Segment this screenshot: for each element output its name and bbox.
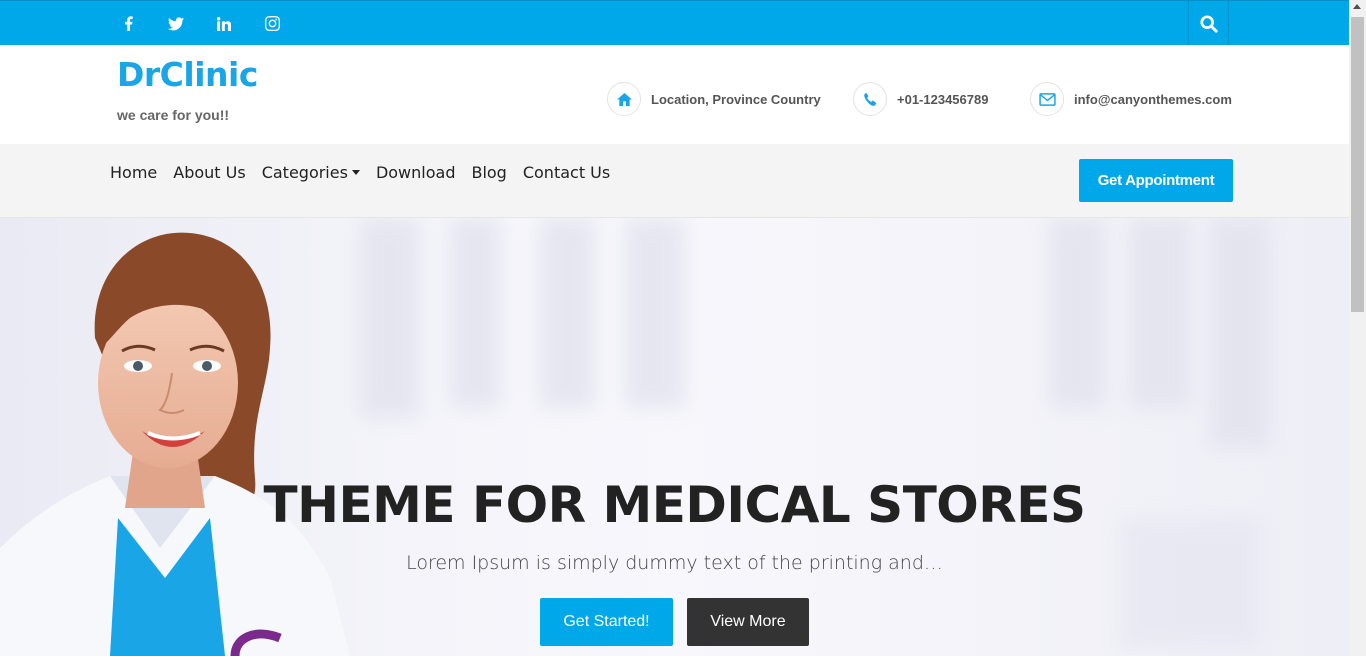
- nav-item-label: Categories: [261, 163, 348, 182]
- background-blur: [1130, 218, 1190, 408]
- search-button[interactable]: [1188, 1, 1229, 46]
- background-blur: [1050, 218, 1105, 408]
- top-bar: [0, 0, 1349, 46]
- background-blur: [450, 218, 500, 408]
- site-header: DrClinic we care for you!! Location, Pro…: [0, 45, 1349, 144]
- nav-item-blog[interactable]: Blog: [471, 163, 506, 182]
- site-logo[interactable]: DrClinic: [117, 55, 258, 94]
- home-icon: [607, 82, 641, 116]
- background-blur: [625, 218, 685, 408]
- linkedin-icon[interactable]: [214, 14, 234, 34]
- contact-location-text: Location, Province Country: [651, 91, 821, 107]
- view-more-button[interactable]: View More: [687, 598, 809, 646]
- nav-item-categories[interactable]: Categories: [262, 163, 360, 182]
- scroll-up-icon[interactable]: [1353, 4, 1361, 9]
- contact-phone: +01-123456789: [853, 82, 988, 116]
- nav-item-label: About Us: [173, 163, 246, 182]
- phone-icon: [853, 82, 887, 116]
- contact-phone-text: +01-123456789: [897, 91, 989, 107]
- nav-item-label: Download: [375, 163, 456, 182]
- nav-item-home[interactable]: Home: [110, 163, 157, 182]
- background-blur: [1120, 518, 1260, 648]
- scrollbar-thumb[interactable]: [1351, 17, 1364, 312]
- nav-item-label: Contact Us: [522, 163, 611, 182]
- nav-item-contact[interactable]: Contact Us: [523, 163, 610, 182]
- facebook-icon[interactable]: [118, 14, 138, 34]
- envelope-icon: [1030, 82, 1064, 116]
- site-tagline: we care for you!!: [117, 107, 230, 123]
- instagram-icon[interactable]: [262, 14, 282, 34]
- search-icon: [1199, 14, 1218, 33]
- background-blur: [1210, 218, 1270, 448]
- twitter-icon[interactable]: [166, 14, 186, 34]
- contact-email: info@canyonthemes.com: [1030, 82, 1232, 116]
- background-blur: [360, 218, 420, 418]
- nav-item-label: Blog: [471, 163, 507, 182]
- hero-title: THEME FOR MEDICAL STORES: [263, 476, 1086, 534]
- nav-item-download[interactable]: Download: [376, 163, 456, 182]
- contact-location: Location, Province Country: [607, 82, 821, 116]
- social-links: [118, 1, 282, 46]
- caret-down-icon: [351, 170, 360, 175]
- main-nav: Home About Us Categories Download Blog C…: [0, 144, 1349, 218]
- get-appointment-button[interactable]: Get Appointment: [1079, 159, 1233, 202]
- nav-item-about[interactable]: About Us: [173, 163, 245, 182]
- nav-item-label: Home: [110, 163, 158, 182]
- scrollbar[interactable]: [1349, 0, 1366, 656]
- doctor-image: [0, 232, 350, 656]
- contact-email-text: info@canyonthemes.com: [1074, 91, 1232, 107]
- hero-slider: THEME FOR MEDICAL STORES Lorem Ipsum is …: [0, 218, 1349, 656]
- background-blur: [540, 218, 595, 408]
- hero-subtitle: Lorem Ipsum is simply dummy text of the …: [406, 552, 943, 574]
- get-started-button[interactable]: Get Started!: [540, 598, 673, 646]
